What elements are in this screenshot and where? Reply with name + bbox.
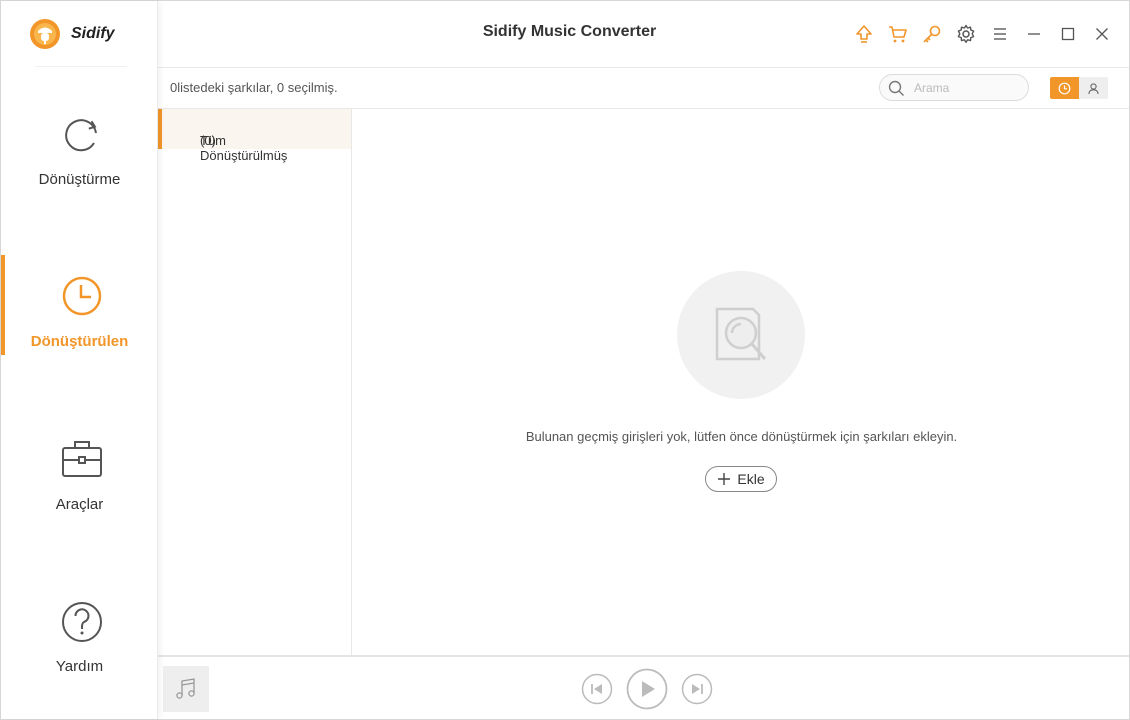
play-button[interactable] xyxy=(626,668,668,710)
minimize-icon xyxy=(1028,33,1040,35)
settings-button[interactable] xyxy=(954,22,978,46)
divider xyxy=(35,66,127,67)
play-icon xyxy=(626,668,668,710)
close-button[interactable] xyxy=(1090,22,1114,46)
maximize-icon xyxy=(1061,27,1075,41)
view-toggle xyxy=(1050,77,1108,99)
search-box[interactable] xyxy=(879,74,1029,101)
search-icon xyxy=(888,80,904,96)
empty-state-message: Bulunan geçmiş girişleri yok, lütfen önc… xyxy=(525,429,958,444)
category-panel: Tüm Dönüştürülmüş (0) xyxy=(158,109,352,655)
sidify-logo-icon xyxy=(30,19,60,49)
search-input[interactable] xyxy=(914,79,1018,97)
category-count: (0) xyxy=(200,133,216,148)
history-view-button[interactable] xyxy=(1050,77,1079,99)
clock-icon xyxy=(1058,82,1071,94)
register-button[interactable] xyxy=(920,22,944,46)
player-bar xyxy=(158,655,1129,719)
clock-icon xyxy=(62,276,102,316)
menu-button[interactable] xyxy=(988,22,1012,46)
sidebar-item-label: Araçlar xyxy=(55,496,104,513)
plus-icon xyxy=(718,473,731,485)
close-icon xyxy=(1096,28,1108,40)
sidebar-item-label: Dönüştürme xyxy=(38,171,121,188)
sidebar-item-donusturulen[interactable]: Dönüştürülen xyxy=(1,255,158,375)
empty-state-illustration xyxy=(677,271,805,399)
sidebar: Sidify Dönüştürme Dönüştürülen Araçlar Y… xyxy=(1,1,158,719)
next-button[interactable] xyxy=(681,673,713,705)
sidebar-item-yardim[interactable]: Yardım xyxy=(1,600,158,700)
toolbar: 0listedeki şarkılar, 0 seçilmiş. xyxy=(158,68,1129,109)
brand-name: Sidify xyxy=(71,25,115,42)
sidebar-item-label: Yardım xyxy=(55,658,104,675)
key-icon xyxy=(923,25,941,43)
previous-icon xyxy=(581,673,613,705)
next-icon xyxy=(681,673,713,705)
category-all-converted[interactable]: Tüm Dönüştürülmüş (0) xyxy=(158,109,351,163)
cart-icon xyxy=(889,26,907,43)
title-bar: Sidify Music Converter xyxy=(158,1,1129,68)
gear-icon xyxy=(957,24,975,43)
add-button[interactable]: Ekle xyxy=(705,466,777,492)
upgrade-button[interactable] xyxy=(852,22,876,46)
maximize-button[interactable] xyxy=(1056,22,1080,46)
sidebar-item-araclar[interactable]: Araçlar xyxy=(1,438,158,538)
previous-button[interactable] xyxy=(581,673,613,705)
minimize-button[interactable] xyxy=(1022,22,1046,46)
toolbox-icon xyxy=(62,441,102,477)
upgrade-icon xyxy=(856,25,872,43)
search-file-icon xyxy=(715,307,767,361)
main-content: Bulunan geçmiş girişleri yok, lütfen önc… xyxy=(352,109,1129,655)
album-thumbnail xyxy=(163,666,209,712)
artist-view-button[interactable] xyxy=(1079,77,1108,99)
add-button-label: Ekle xyxy=(737,471,765,487)
help-icon xyxy=(62,602,102,642)
user-icon xyxy=(1088,82,1099,94)
music-note-icon xyxy=(176,678,195,699)
app-window: Sidify Dönüştürme Dönüştürülen Araçlar Y… xyxy=(0,0,1130,720)
menu-icon xyxy=(994,28,1006,40)
refresh-icon xyxy=(65,119,97,152)
sidebar-item-donusturme[interactable]: Dönüştürme xyxy=(1,113,158,213)
cart-button[interactable] xyxy=(886,22,910,46)
brand: Sidify xyxy=(29,17,139,51)
sidebar-item-label: Dönüştürülen xyxy=(30,333,129,350)
song-count-text: 0listedeki şarkılar, 0 seçilmiş. xyxy=(170,80,338,95)
